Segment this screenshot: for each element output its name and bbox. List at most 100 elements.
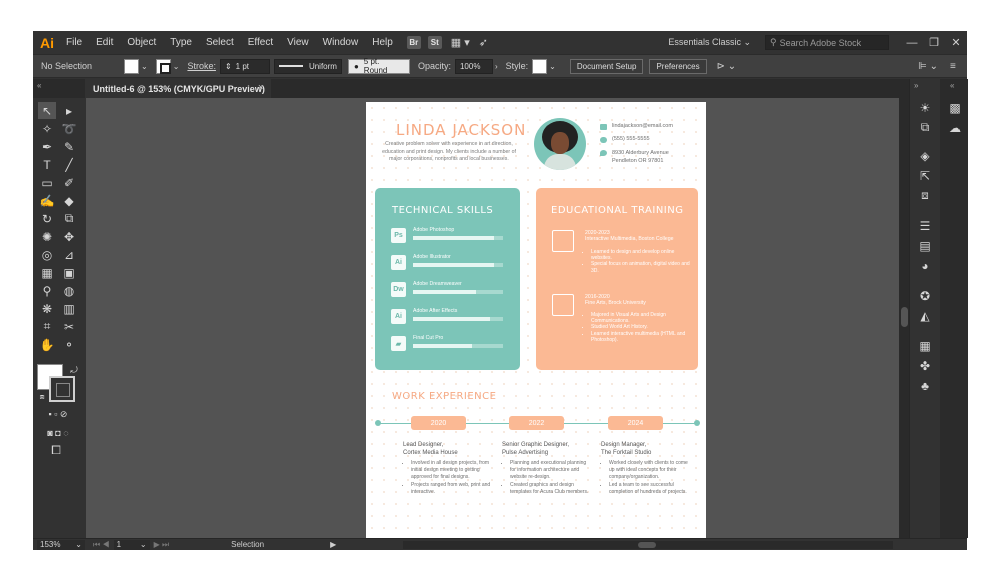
horizontal-scrollbar[interactable] [403,541,893,549]
rotate-tool-icon[interactable]: ↻ [38,210,56,227]
artboards-panel-icon[interactable]: ⇱ [916,167,934,184]
opacity-label[interactable]: Opacity: [418,61,451,71]
brushes-panel-icon[interactable]: ✤ [916,357,934,374]
gradient-panel-icon[interactable]: ▤ [916,237,934,254]
menu-select[interactable]: Select [199,37,241,48]
default-colors-icon[interactable]: ⧈ [33,388,51,405]
last-artboard-icon[interactable]: ▶ ⏭ [154,540,170,550]
blend-tool-icon[interactable]: ◍ [60,282,78,299]
appearance-panel-icon[interactable]: ✪ [916,287,934,304]
vertical-scroll-thumb[interactable] [901,307,908,327]
graphic-styles-panel-icon[interactable]: ◭ [916,307,934,324]
swap-fill-stroke-icon[interactable]: ⤾ [65,362,83,379]
properties-panel-icon[interactable]: ▩ [946,99,964,116]
opacity-dropdown-icon[interactable]: › [495,62,498,71]
screen-mode-icon[interactable]: ⧠ [47,442,65,459]
brush-definition[interactable]: ● 5 pt. Round [347,57,410,75]
collapse-toolbar-icon[interactable]: « [37,81,41,90]
zoom-dropdown-icon[interactable]: ⌄ [75,540,82,549]
type-tool-icon[interactable]: T [38,156,56,173]
stroke-dropdown-icon[interactable]: ⌄ [173,62,180,71]
menu-view[interactable]: View [280,37,316,48]
horizontal-scroll-thumb[interactable] [638,542,656,548]
gradient-tool-icon[interactable]: ▣ [60,264,78,281]
menu-window[interactable]: Window [316,37,366,48]
panel-menu-icon[interactable]: ≡ [950,61,956,72]
slice-tool-icon[interactable]: ✂ [60,318,78,335]
menu-effect[interactable]: Effect [241,37,280,48]
first-artboard-icon[interactable]: ⏮ ◀ [93,540,110,550]
color-mode-icon[interactable]: ▪ ▫ ⊘ [37,406,79,423]
artboard-number-field[interactable]: 1 ⌄ [113,539,150,550]
opacity-field[interactable]: 100% [454,58,493,74]
stroke-swatch[interactable] [155,58,171,74]
stroke-color-box[interactable] [49,376,75,402]
menu-help[interactable]: Help [365,37,400,48]
stroke-label[interactable]: Stroke: [187,61,216,71]
hand-tool-icon[interactable]: ✋ [38,336,56,353]
curvature-tool-icon[interactable]: ✎ [60,138,78,155]
maximize-button[interactable]: ❐ [923,36,945,49]
stepper-icon[interactable]: ⇕ [225,62,232,71]
libraries-panel-icon[interactable]: ☁ [946,119,964,136]
shaper-tool-icon[interactable]: ✍ [38,192,56,209]
stock-button[interactable]: St [427,36,442,49]
close-tab-icon[interactable]: × [258,82,263,92]
variable-width-profile[interactable]: Uniform [273,58,342,74]
menu-object[interactable]: Object [120,37,163,48]
shape-builder-tool-icon[interactable]: ◎ [38,246,56,263]
pen-tool-icon[interactable]: ✒ [38,138,56,155]
bridge-button[interactable]: Br [406,36,421,49]
column-graph-tool-icon[interactable]: ▥ [60,300,78,317]
arrange-documents-icon[interactable]: ▦ ▾ [451,36,470,49]
arrange-icon[interactable]: ⊳ ⌄ [717,61,737,72]
close-button[interactable]: ✕ [945,36,967,49]
warp-tool-icon[interactable]: ✺ [38,228,56,245]
magic-wand-tool-icon[interactable]: ✧ [38,120,56,137]
layers-panel-icon[interactable]: ◈ [916,147,934,164]
gpu-performance-icon[interactable]: ➶ [479,36,488,49]
drawing-modes-icon[interactable]: ◙ ◘ ◌ [37,424,79,441]
stroke-weight-field[interactable]: ⇕ 1 pt [219,58,270,74]
stroke-panel-icon[interactable]: ☰ [916,217,934,234]
rectangle-tool-icon[interactable]: ▭ [38,174,56,191]
canvas-area[interactable]: LINDA JACKSON Creative problem solver wi… [86,98,899,538]
transform-panel-icon[interactable]: ⧈ [916,187,934,204]
style-dropdown-icon[interactable]: ⌄ [549,62,556,71]
align-icon[interactable]: ⊫ ⌄ [918,61,938,72]
workspace-switcher[interactable]: Essentials Classic ⌄ [668,37,751,48]
symbol-sprayer-tool-icon[interactable]: ❋ [38,300,56,317]
artboard-tool-icon[interactable]: ⌗ [38,318,56,335]
menu-file[interactable]: File [59,37,89,48]
artboard-resume[interactable]: LINDA JACKSON Creative problem solver wi… [366,102,706,538]
preferences-button[interactable]: Preferences [649,58,707,74]
expand-panels-icon-2[interactable]: « [950,81,954,90]
swatches-panel-icon[interactable]: ▦ [916,337,934,354]
perspective-grid-tool-icon[interactable]: ⊿ [60,246,78,263]
eraser-tool-icon[interactable]: ◆ [60,192,78,209]
paintbrush-tool-icon[interactable]: ✐ [60,174,78,191]
asset-export-icon[interactable]: ⧉ [916,119,934,136]
expand-panels-icon[interactable]: » [914,81,918,90]
line-tool-icon[interactable]: ╱ [60,156,78,173]
color-panel-icon[interactable]: ☀ [916,99,934,116]
artboard-dropdown-icon[interactable]: ⌄ [140,540,147,549]
direct-selection-tool-icon[interactable]: ▸ [60,102,78,119]
fill-swatch[interactable] [124,58,140,74]
status-menu-icon[interactable]: ▶ [330,540,336,549]
stock-search-input[interactable]: ⚲ Search Adobe Stock [765,35,889,50]
zoom-tool-icon[interactable]: ⚬ [60,336,78,353]
menu-edit[interactable]: Edit [89,37,120,48]
graphic-style-swatch[interactable] [532,58,548,74]
document-tab[interactable]: Untitled-6 @ 153% (CMYK/GPU Preview) [85,79,271,98]
transparency-panel-icon[interactable]: ◕ [916,257,934,274]
zoom-level-field[interactable]: 153% ⌄ [37,539,85,550]
symbols-panel-icon[interactable]: ♣ [916,377,934,394]
mesh-tool-icon[interactable]: ▦ [38,264,56,281]
selection-tool-icon[interactable]: ↖ [38,102,56,119]
minimize-button[interactable]: — [901,37,923,49]
menu-type[interactable]: Type [163,37,199,48]
document-setup-button[interactable]: Document Setup [569,58,644,74]
lasso-tool-icon[interactable]: ➰ [60,120,78,137]
free-transform-tool-icon[interactable]: ✥ [60,228,78,245]
